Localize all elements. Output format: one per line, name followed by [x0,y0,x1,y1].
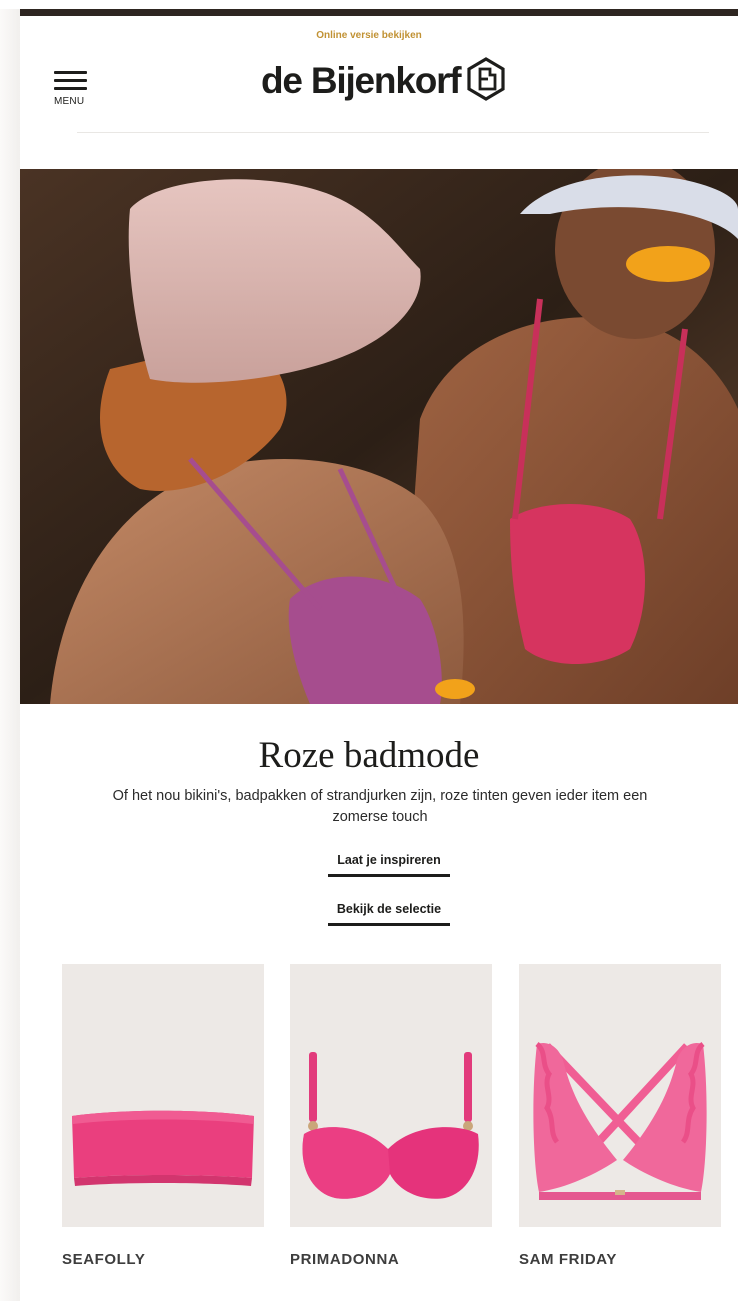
pink-ruffle-bikini-top [533,1042,707,1200]
email-page: Online versie bekijken MENU de Bijenkorf [0,0,738,1301]
hero-image[interactable] [20,169,738,704]
bijenkorf-logo[interactable]: de Bijenkorf [261,54,506,108]
hero-beach-photo [20,169,738,704]
view-selection-link[interactable]: Bekijk de selectie [328,902,450,926]
logo-text: de Bijenkorf [261,60,462,101]
top-edge [0,0,738,16]
email-content: Online versie bekijken MENU de Bijenkorf [20,16,738,1301]
subtext: Of het nou bikini's, badpakken of strand… [112,788,648,825]
online-version-link[interactable]: Online versie bekijken [0,30,738,41]
headline: Roze badmode [258,735,480,776]
product-brand[interactable]: PRIMADONNA [290,1251,492,1268]
menu-label: MENU [54,96,85,107]
pink-bandeau-top [72,1110,254,1186]
inspire-link[interactable]: Laat je inspireren [328,853,450,877]
product-card[interactable]: SEAFOLLY [62,964,264,1268]
header-divider [77,132,709,133]
hamburger-icon [54,71,87,95]
product-brand[interactable]: SAM FRIDAY [519,1251,721,1268]
top-dark-bar [20,9,738,16]
bijenkorf-hexagon-icon [466,56,506,106]
left-margin-shadow [0,9,20,1301]
product-image[interactable] [290,964,492,1227]
product-image[interactable] [62,964,264,1227]
product-card[interactable]: PRIMADONNA [290,964,492,1268]
pink-underwire-bra-top [302,1052,479,1199]
product-brand[interactable]: SEAFOLLY [62,1251,264,1268]
menu-button[interactable]: MENU [54,68,90,114]
product-image[interactable] [519,964,721,1227]
product-card[interactable]: SAM FRIDAY [519,964,721,1268]
